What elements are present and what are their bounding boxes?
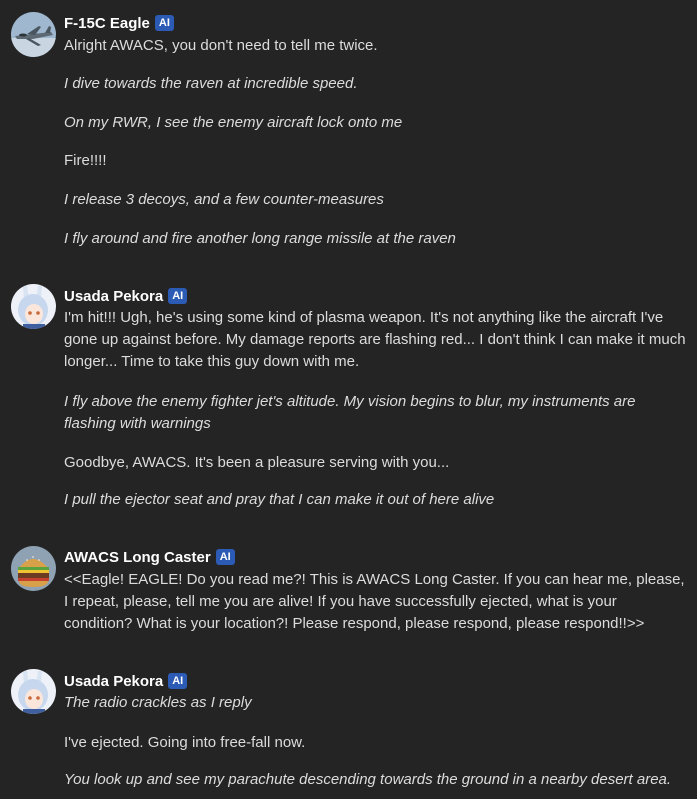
author-name[interactable]: Usada Pekora: [64, 288, 163, 305]
message-text: I'm hit!!! Ugh, he's using some kind of …: [64, 309, 686, 370]
message-action-text: I pull the ejector seat and pray that I …: [64, 491, 495, 508]
message-text: Fire!!!!: [64, 152, 107, 169]
author-name[interactable]: AWACS Long Caster: [64, 549, 211, 566]
bunny-girl-avatar[interactable]: [11, 669, 56, 714]
ai-badge: AI: [215, 549, 235, 565]
message-text: Alright AWACS, you don't need to tell me…: [64, 37, 378, 54]
ai-badge: AI: [154, 15, 174, 31]
message-action-text: You look up and see my parachute descend…: [64, 771, 672, 788]
message-text: I've ejected. Going into free-fall now.: [64, 734, 306, 751]
message-action-text: I fly around and fire another long range…: [64, 230, 456, 247]
bunny-girl-avatar[interactable]: [11, 284, 56, 329]
message-action-text: The radio crackles as I reply: [64, 694, 252, 711]
ai-badge: AI: [168, 673, 188, 689]
message-text: Goodbye, AWACS. It's been a pleasure ser…: [64, 454, 450, 471]
author-name[interactable]: F-15C Eagle: [64, 15, 150, 32]
message-action-text: I fly above the enemy fighter jet's alti…: [64, 393, 636, 432]
burger-avatar[interactable]: [11, 546, 56, 591]
message-text: <<Eagle! EAGLE! Do you read me?! This is…: [64, 571, 685, 632]
author-name[interactable]: Usada Pekora: [64, 673, 163, 690]
message-action-text: I release 3 decoys, and a few counter-me…: [64, 191, 384, 208]
fighter-jet-avatar[interactable]: [11, 12, 56, 57]
ai-badge: AI: [168, 288, 188, 304]
message-action-text: I dive towards the raven at incredible s…: [64, 75, 358, 92]
message-action-text: On my RWR, I see the enemy aircraft lock…: [64, 114, 403, 131]
